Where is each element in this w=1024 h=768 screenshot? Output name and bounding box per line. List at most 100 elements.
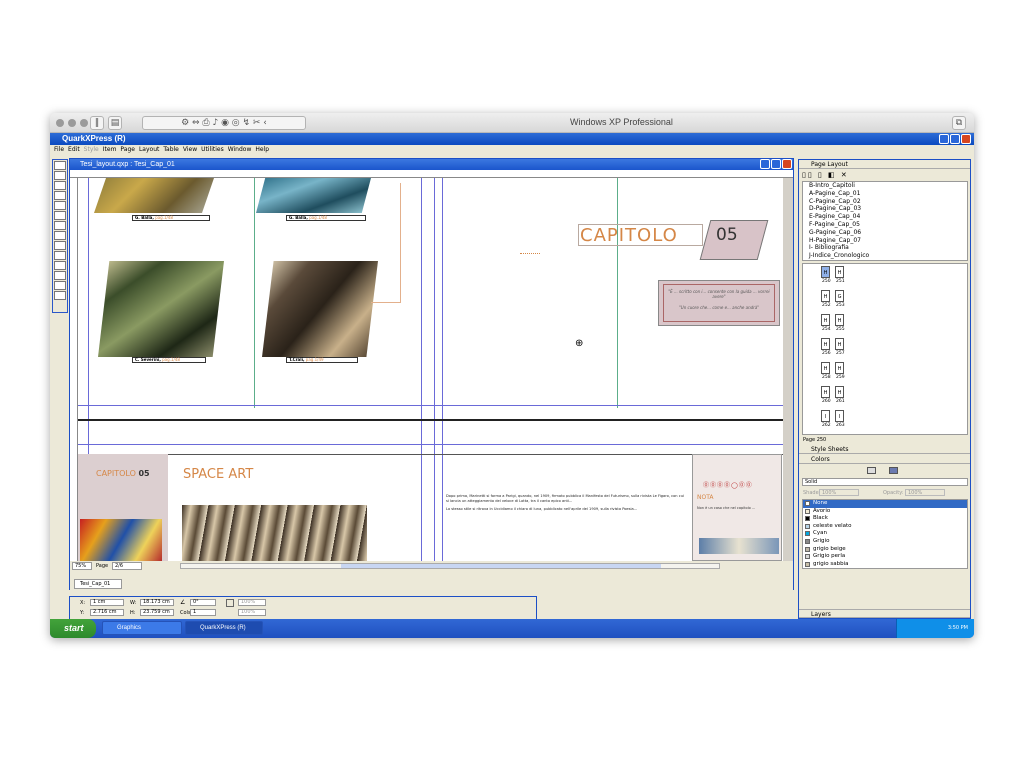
x-field[interactable]: 1 cm <box>90 599 124 606</box>
linking-tool-icon[interactable] <box>54 261 66 270</box>
shade-field[interactable]: 100% <box>819 489 859 496</box>
picture-box-tool-icon[interactable] <box>54 211 66 220</box>
layout-tab[interactable]: Tesi_Cap_01 <box>74 579 122 589</box>
color-item[interactable]: grigio sabbia <box>803 561 967 569</box>
text-box-tool-icon[interactable] <box>54 201 66 210</box>
menu-item[interactable]: Item <box>103 145 117 154</box>
master-page-item[interactable]: G-Pagine_Cap_06 <box>803 229 967 237</box>
color-item[interactable]: Grigio <box>803 538 967 546</box>
table-tool-icon[interactable] <box>54 221 66 230</box>
page-thumbnail[interactable]: H <box>835 338 844 350</box>
page-thumbnail[interactable]: H <box>821 338 830 350</box>
page-thumbnail[interactable]: H <box>821 314 830 326</box>
line-tool-icon[interactable] <box>54 231 66 240</box>
text-path-tool-icon[interactable] <box>54 251 66 260</box>
doc-minimize-button[interactable] <box>760 159 770 169</box>
color-item[interactable]: Cyan <box>803 530 967 538</box>
photo-balla-1[interactable] <box>94 178 214 213</box>
snapshot-button[interactable]: ▤ <box>108 116 122 130</box>
menu-help[interactable]: Help <box>255 145 269 154</box>
menu-table[interactable]: Table <box>163 145 179 154</box>
zoom-tool-icon[interactable] <box>54 191 66 200</box>
page-thumbnail[interactable]: H <box>835 314 844 326</box>
horizontal-ruler[interactable] <box>70 170 793 178</box>
colors-header[interactable]: Colors <box>799 455 970 464</box>
color-mode-select[interactable]: Solid <box>802 478 968 486</box>
menu-utilities[interactable]: Utilities <box>201 145 224 154</box>
master-page-item[interactable]: C-Pagine_Cap_02 <box>803 198 967 206</box>
page-layout-toolbar[interactable]: ▯▯ ▯ ◧ ✕ <box>802 171 849 179</box>
nota-images[interactable] <box>699 538 779 554</box>
unlinking-tool-icon[interactable] <box>54 271 66 280</box>
photo-crali[interactable] <box>262 261 378 357</box>
menu-edit[interactable]: Edit <box>68 145 80 154</box>
pause-button[interactable]: ‖ <box>90 116 104 130</box>
flip-icon[interactable] <box>226 599 234 607</box>
page-thumbnail[interactable]: I <box>821 410 830 422</box>
start-button[interactable]: start <box>50 619 96 638</box>
horizontal-scrollbar[interactable] <box>180 563 720 569</box>
starburst-tool-icon[interactable] <box>54 291 66 300</box>
cols-field[interactable]: 1 <box>190 609 216 616</box>
item-tool-icon[interactable] <box>54 161 66 170</box>
page-field[interactable]: 2/6 <box>112 562 142 570</box>
page-thumbnail[interactable]: H <box>821 266 830 278</box>
page-thumbnail[interactable]: H <box>835 362 844 374</box>
minimize-button[interactable] <box>939 134 949 144</box>
pen-tool-icon[interactable] <box>54 241 66 250</box>
artwork-image-left[interactable] <box>80 519 162 561</box>
page-thumbnail[interactable]: H <box>821 362 830 374</box>
maximize-button[interactable] <box>950 134 960 144</box>
doc-maximize-button[interactable] <box>771 159 781 169</box>
layout-canvas[interactable]: G. Balla, pag.1/48 G. Balla, pag.1/48 C.… <box>78 178 783 561</box>
master-page-item[interactable]: I- Bibliografia <box>803 244 967 252</box>
color-item[interactable]: Grigio perla <box>803 553 967 561</box>
body-text[interactable]: Dopo prima, Marinetti si forma a Parigi,… <box>446 494 684 560</box>
menu-file[interactable]: File <box>54 145 64 154</box>
color-item[interactable]: celeste velato <box>803 523 967 531</box>
menu-window[interactable]: Window <box>228 145 252 154</box>
task-graphics[interactable]: Graphics <box>102 621 182 635</box>
zoom-traffic-light[interactable] <box>80 119 88 127</box>
minimize-traffic-light[interactable] <box>68 119 76 127</box>
close-traffic-light[interactable] <box>56 119 64 127</box>
colors-list[interactable]: None Avorio Black celeste velato Cyan Grigio g… <box>802 499 968 569</box>
opacity-field[interactable]: 100% <box>905 489 945 496</box>
h-field[interactable]: 23.759 cm <box>140 609 174 616</box>
zoom-field[interactable]: 75% <box>72 562 92 570</box>
photo-severini[interactable] <box>98 261 224 357</box>
y-field[interactable]: 2.716 cm <box>90 609 124 616</box>
layers-header[interactable]: Layers <box>799 609 970 618</box>
artwork-image-center[interactable] <box>182 505 367 561</box>
page-thumbnail[interactable]: I <box>835 410 844 422</box>
vm-device-toolbar[interactable]: ⚙ ⇔ ⎙ ♪ ◉ ◎ ↯ ✂ ‹ <box>142 116 306 130</box>
master-page-item[interactable]: F-Pagine_Cap_05 <box>803 221 967 229</box>
opacity-field-2[interactable]: 100% <box>238 609 266 616</box>
menu-style[interactable]: Style <box>84 145 99 154</box>
fullscreen-button[interactable]: ⧉ <box>952 116 966 130</box>
task-quarkxpress[interactable]: QuarkXPress (R) <box>185 621 263 635</box>
vertical-ruler[interactable] <box>70 178 78 561</box>
scissors-tool-icon[interactable] <box>54 281 66 290</box>
page-thumbnail[interactable]: G <box>835 290 844 302</box>
page-thumbnail[interactable]: H <box>821 290 830 302</box>
doc-close-button[interactable] <box>782 159 792 169</box>
photo-balla-2[interactable] <box>256 178 371 213</box>
master-pages-list[interactable]: B-Intro_Capitoli A-Pagine_Cap_01 C-Pagine_… <box>802 181 968 261</box>
page-thumbnail[interactable]: H <box>835 266 844 278</box>
color-item[interactable]: grigio beige <box>803 546 967 554</box>
style-sheets-header[interactable]: Style Sheets <box>799 445 970 454</box>
close-button[interactable] <box>961 134 971 144</box>
menu-page[interactable]: Page <box>120 145 135 154</box>
content-tool-icon[interactable] <box>54 171 66 180</box>
color-item[interactable]: None <box>803 500 967 508</box>
fill-color-icon[interactable] <box>889 467 898 474</box>
master-page-item[interactable]: B-Intro_Capitoli <box>803 182 967 190</box>
master-page-item[interactable]: E-Pagine_Cap_04 <box>803 213 967 221</box>
w-field[interactable]: 18.173 cm <box>140 599 174 606</box>
angle-field[interactable]: 0° <box>190 599 216 606</box>
master-page-item[interactable]: J-Indice_Cronologico <box>803 252 967 260</box>
color-item[interactable]: Black <box>803 515 967 523</box>
page-layout-header[interactable]: Page Layout <box>799 160 970 169</box>
menu-layout[interactable]: Layout <box>139 145 159 154</box>
